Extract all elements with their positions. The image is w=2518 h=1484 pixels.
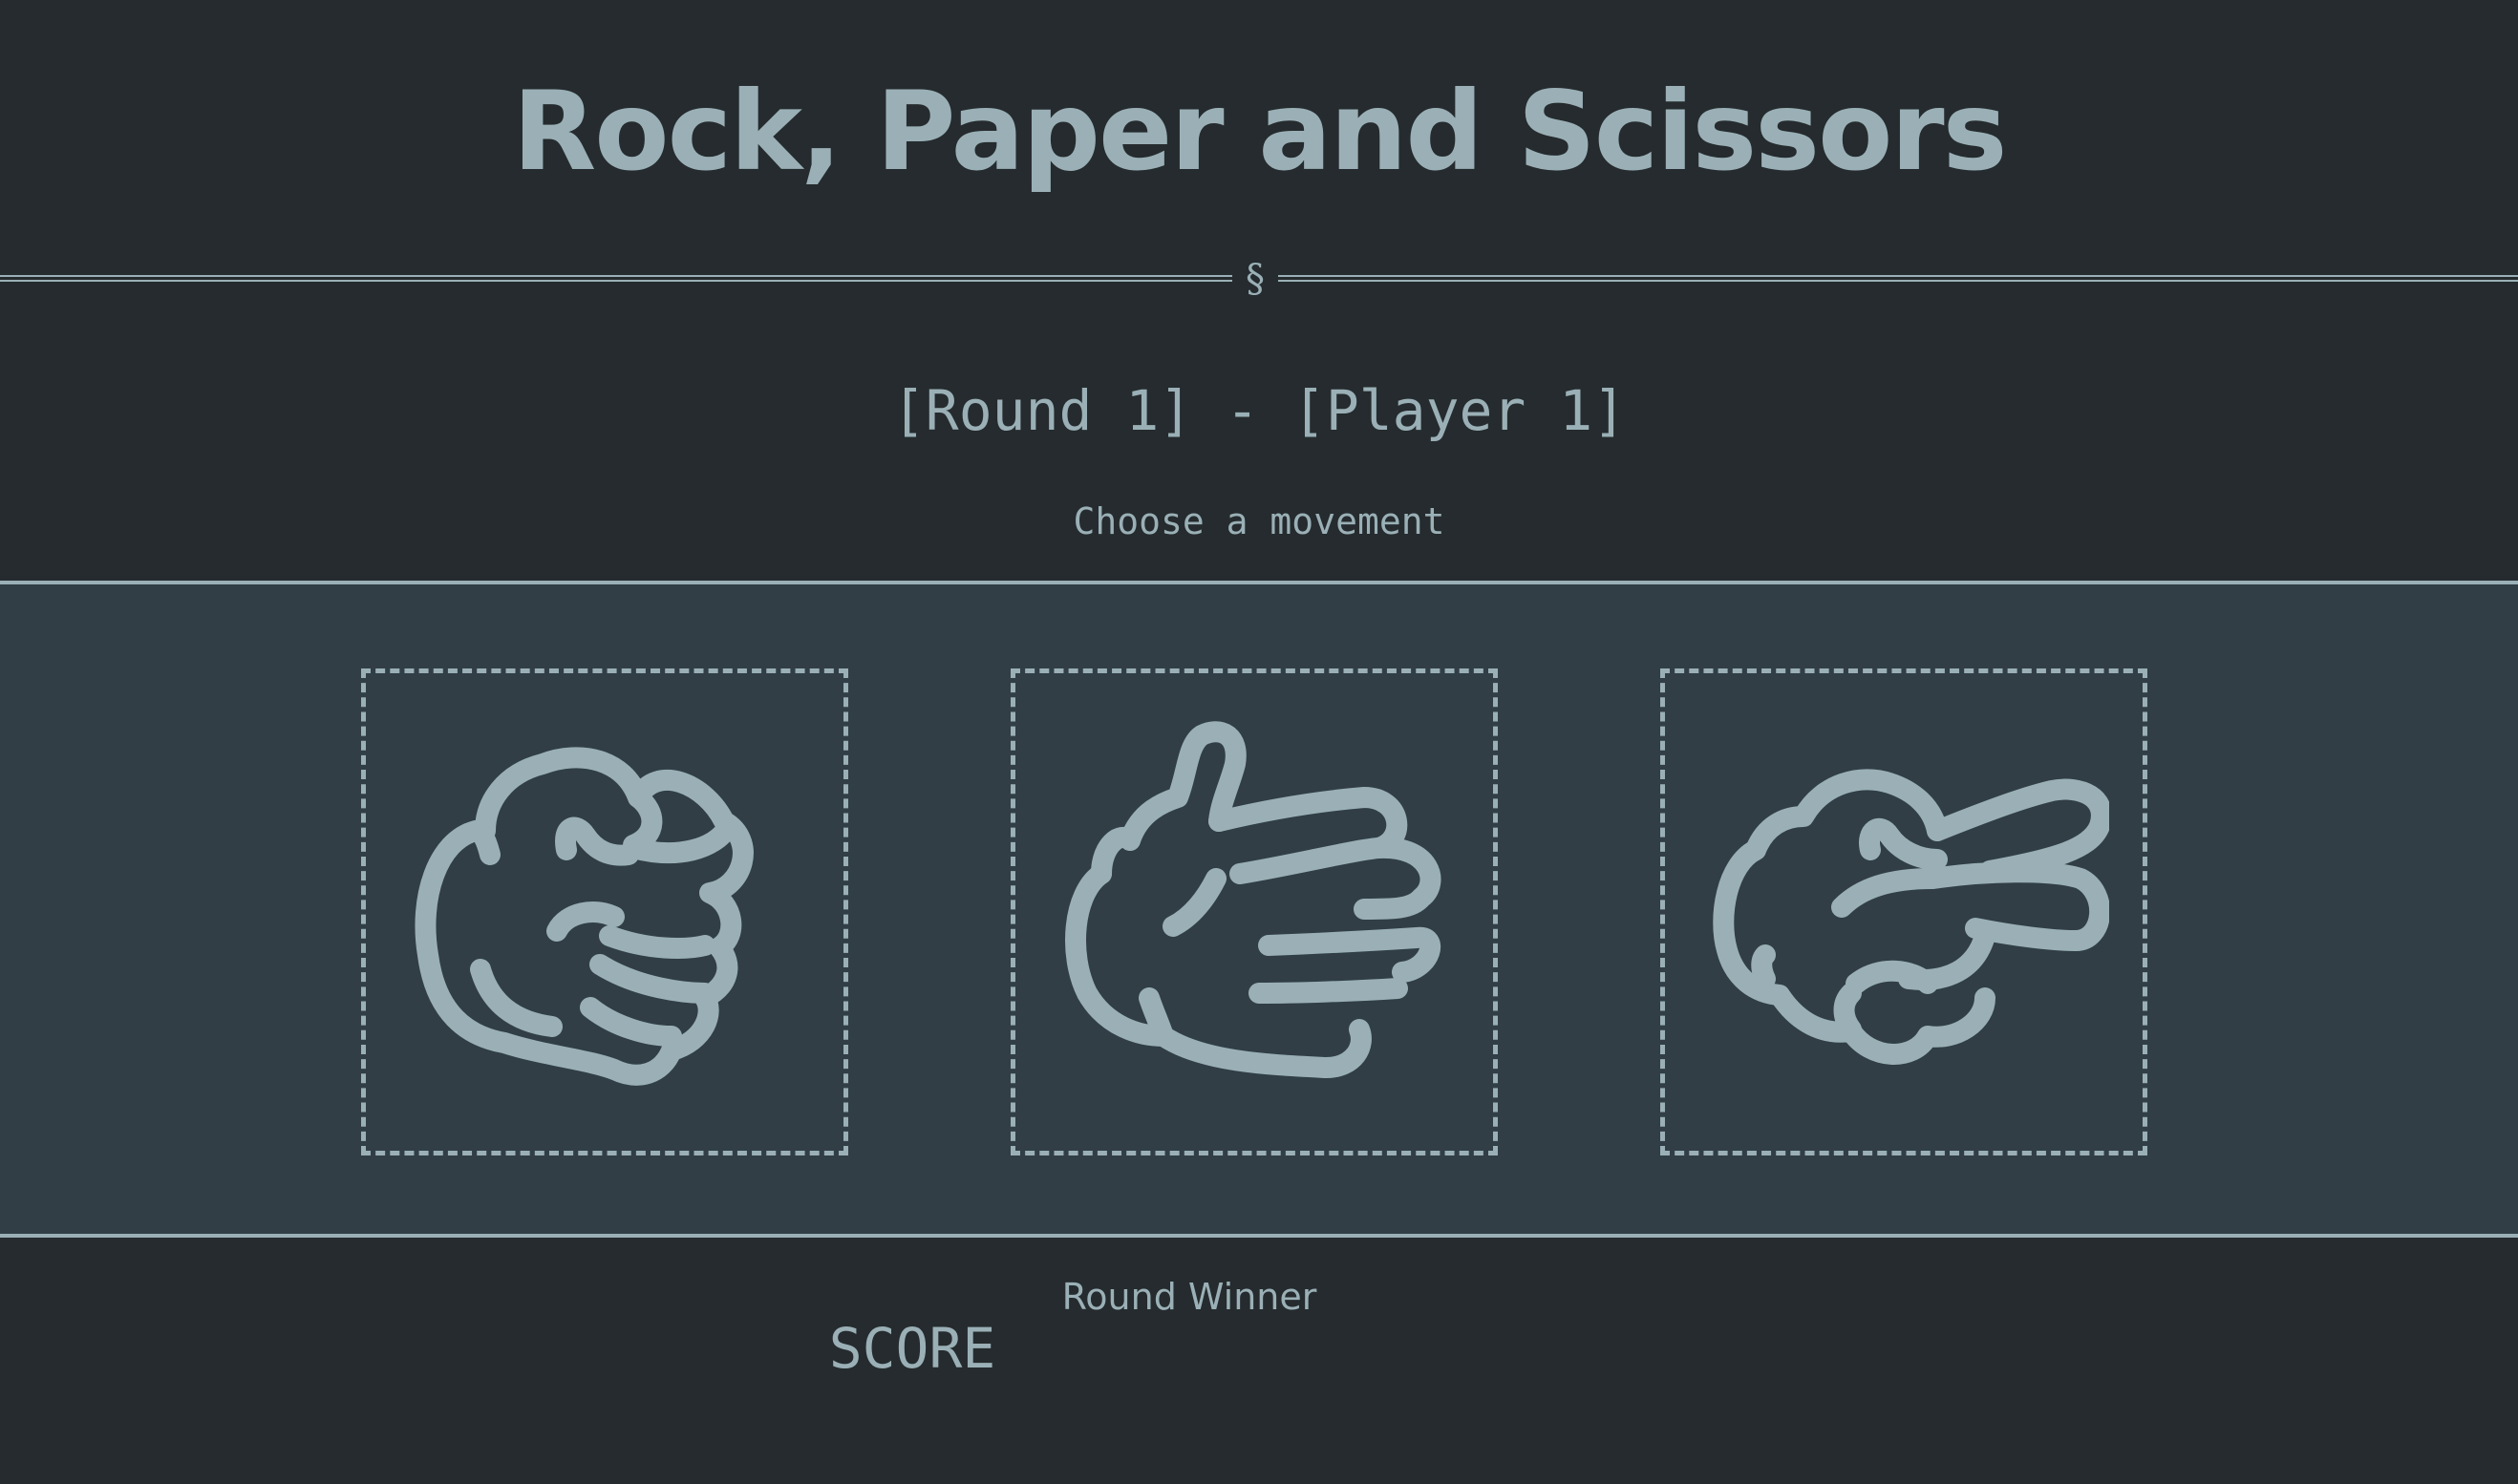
paper-button[interactable] <box>1011 668 1498 1155</box>
rock-hand-icon <box>415 747 754 1086</box>
divider-rule-right <box>1278 275 2518 282</box>
paper-hand-icon <box>1065 721 1441 1078</box>
section-sign-icon: § <box>1246 257 1265 301</box>
round-info: [Round 1] - [Player 1] <box>891 378 1627 443</box>
instruction-text: Choose a movement <box>1073 500 1445 542</box>
score-label: SCORE <box>828 1316 996 1381</box>
rock-button[interactable] <box>361 668 848 1155</box>
game-title: Rock, Paper and Scissors <box>512 68 2008 195</box>
divider-rule-left <box>0 275 1232 282</box>
choices-panel <box>0 581 2518 1238</box>
scissors-button[interactable] <box>1660 668 2147 1155</box>
header-divider: § <box>0 256 2518 302</box>
round-winner-label: Round Winner <box>1061 1276 1317 1318</box>
scissors-hand-icon <box>1713 769 2109 1065</box>
